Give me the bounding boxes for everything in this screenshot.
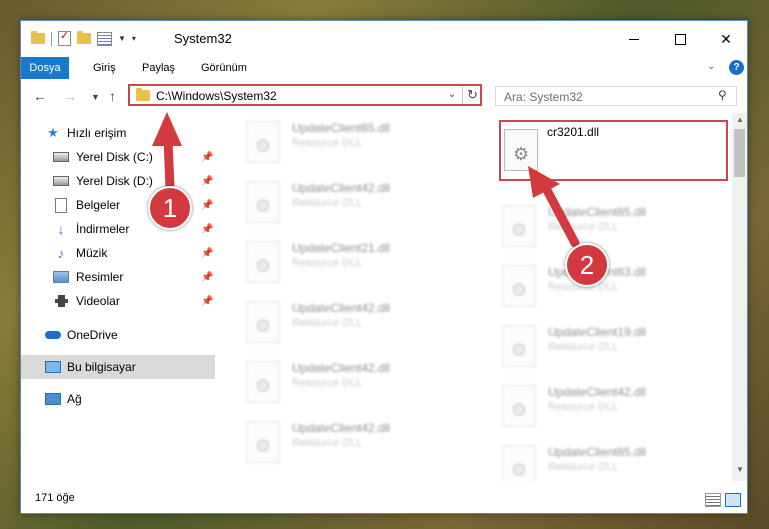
arrow-2 <box>528 166 580 248</box>
step-badge-2: 2 <box>565 243 609 287</box>
annotation-arrows <box>152 112 580 248</box>
arrow-1 <box>152 112 182 193</box>
step-badge-1: 1 <box>148 186 192 230</box>
